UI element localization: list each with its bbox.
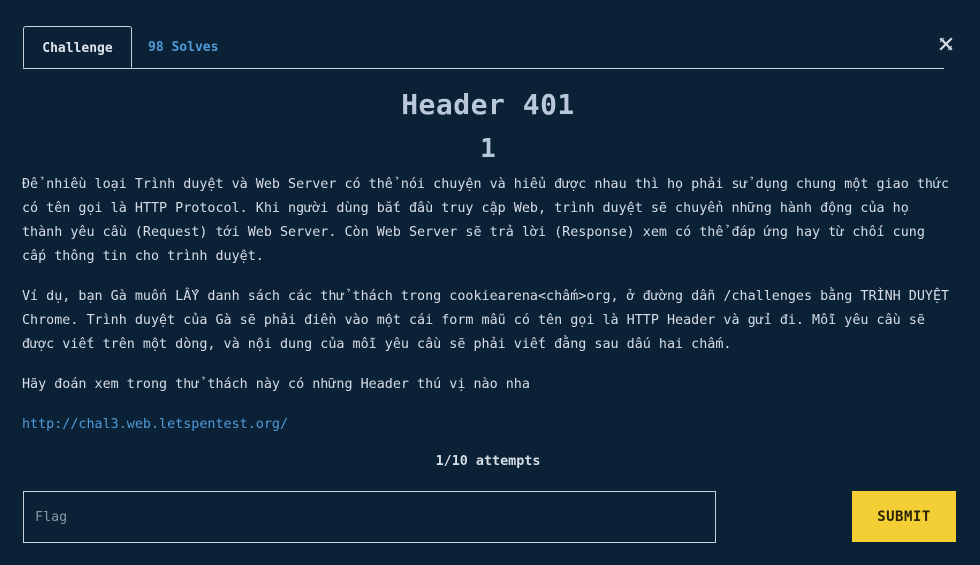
challenge-description: Để nhiều loại Trình duyệt và Web Server …	[22, 173, 957, 453]
challenge-modal: Challenge 98 Solves Header 401 1 Để nhiề…	[0, 0, 980, 565]
flag-input[interactable]	[23, 491, 716, 543]
close-icon	[939, 37, 953, 51]
challenge-points: 1	[480, 134, 496, 164]
tab-solves[interactable]: 98 Solves	[132, 26, 234, 67]
attempts-counter: 1/10 attempts	[435, 454, 541, 469]
close-button[interactable]	[938, 36, 954, 52]
description-paragraph-2: Ví dụ, bạn Gà muốn LẤY danh sách các thử…	[22, 289, 950, 352]
challenge-title: Header 401	[401, 88, 575, 121]
tab-challenge[interactable]: Challenge	[23, 26, 132, 68]
description-paragraph-3: Hãy đoán xem trong thử thách này có nhữn…	[22, 377, 530, 392]
description-link-paragraph: http://chal3.web.letspentest.org/	[22, 413, 957, 437]
challenge-link[interactable]: http://chal3.web.letspentest.org/	[22, 417, 288, 432]
submit-button[interactable]: SUBMIT	[852, 491, 956, 542]
challenge-tabs: Challenge 98 Solves	[23, 26, 944, 69]
description-paragraph-1: Để nhiều loại Trình duyệt và Web Server …	[22, 177, 950, 264]
